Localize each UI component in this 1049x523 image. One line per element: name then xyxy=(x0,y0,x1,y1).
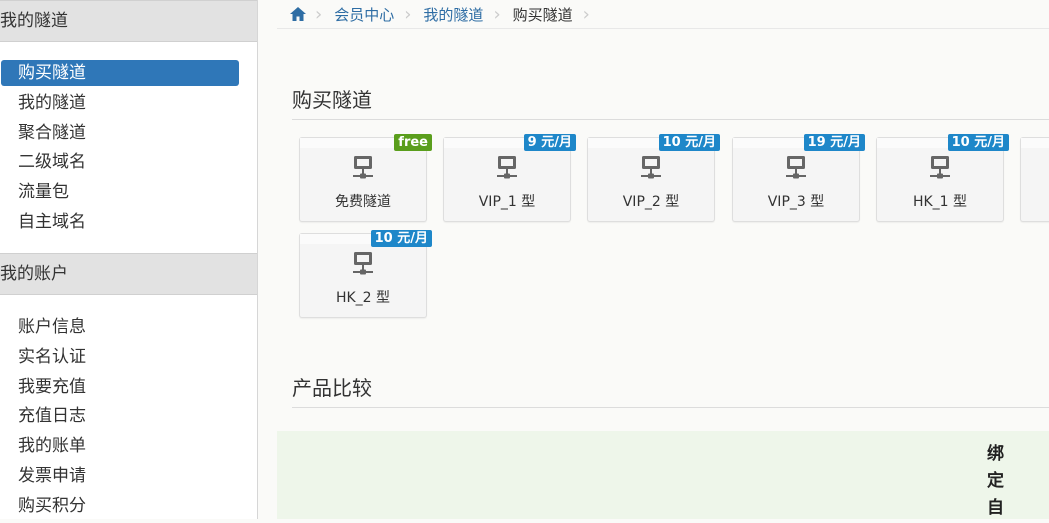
buy-tunnel-title: 购买隧道 xyxy=(292,84,1049,120)
sidebar-item-recharge-log[interactable]: 充值日志 xyxy=(1,403,239,429)
home-icon[interactable] xyxy=(289,6,307,22)
sidebar-item-custom-domain[interactable]: 自主域名 xyxy=(1,209,239,235)
compare-header-char: 自 xyxy=(987,498,1004,518)
sidebar-item-subdomain[interactable]: 二级域名 xyxy=(1,149,239,175)
breadcrumb-my-tunnels[interactable]: 我的隧道 xyxy=(419,4,493,25)
sidebar: 我的隧道 购买隧道 我的隧道 聚合隧道 二级域名 流量包 自主域名 我的账户 账… xyxy=(0,0,258,519)
sidebar-item-traffic-pack[interactable]: 流量包 xyxy=(1,179,239,205)
plan-name: HK_2 型 xyxy=(335,290,391,306)
plan-card-vip1[interactable]: 9 元/月 VIP_1 型 xyxy=(443,134,576,222)
sidebar-item-aggregate-tunnels[interactable]: 聚合隧道 xyxy=(1,120,239,146)
plan-card-hk2[interactable]: 10 元/月 HK_2 型 xyxy=(299,230,432,318)
monitor-network-icon xyxy=(351,154,375,186)
breadcrumb-buy-tunnel: 购买隧道 xyxy=(512,5,573,24)
plan-card-free[interactable]: free 免费隧道 xyxy=(299,134,432,222)
plan-price-badge: free xyxy=(394,134,432,151)
plan-name: HK_1 型 xyxy=(912,194,968,210)
plan-name: VIP_2 型 xyxy=(622,194,680,210)
sidebar-item-my-tunnels[interactable]: 我的隧道 xyxy=(1,90,239,116)
plan-card-vip3[interactable]: 19 元/月 VIP_3 型 xyxy=(732,134,865,222)
breadcrumb-member-center[interactable]: 会员中心 xyxy=(330,4,404,25)
compare-column-header: 绑 定 自 xyxy=(987,441,1007,522)
sidebar-item-invoice[interactable]: 发票申请 xyxy=(1,463,239,489)
plan-price-badge: 9 元/月 xyxy=(523,134,576,151)
plan-price-badge: 10 元/月 xyxy=(370,230,432,247)
plan-card-partial[interactable] xyxy=(1020,137,1049,222)
card-band xyxy=(1021,138,1049,148)
product-compare-table: 绑 定 自 xyxy=(277,431,1049,519)
sidebar-item-my-bill[interactable]: 我的账单 xyxy=(1,433,239,459)
sidebar-account-menu: 账户信息 实名认证 我要充值 充值日志 我的账单 发票申请 购买积分 xyxy=(0,314,257,523)
monitor-network-icon xyxy=(639,154,663,186)
plan-card-vip2[interactable]: 10 元/月 VIP_2 型 xyxy=(587,134,720,222)
sidebar-item-recharge[interactable]: 我要充值 xyxy=(1,374,239,400)
plan-price-badge: 10 元/月 xyxy=(947,134,1009,151)
plan-card-hk1[interactable]: 10 元/月 HK_1 型 xyxy=(876,134,1009,222)
sidebar-item-buy-points[interactable]: 购买积分 xyxy=(1,493,239,519)
monitor-network-icon xyxy=(351,250,375,282)
monitor-network-icon xyxy=(495,154,519,186)
plan-name: VIP_3 型 xyxy=(767,194,825,210)
breadcrumb-separator: › xyxy=(404,3,412,25)
plan-name: VIP_1 型 xyxy=(478,194,536,210)
breadcrumb: › 会员中心 › 我的隧道 › 购买隧道 › xyxy=(277,0,1049,29)
sidebar-section-tunnels: 我的隧道 xyxy=(0,0,257,42)
sidebar-item-account-info[interactable]: 账户信息 xyxy=(1,314,239,340)
product-compare-title: 产品比较 xyxy=(292,372,1049,408)
sidebar-section-account: 我的账户 xyxy=(0,253,257,295)
monitor-network-icon xyxy=(928,154,952,186)
plan-name: 免费隧道 xyxy=(335,194,391,210)
plan-price-badge: 10 元/月 xyxy=(658,134,720,151)
breadcrumb-separator: › xyxy=(493,3,501,25)
breadcrumb-separator: › xyxy=(315,3,323,25)
monitor-network-icon xyxy=(784,154,808,186)
plan-price-badge: 19 元/月 xyxy=(803,134,865,151)
sidebar-item-real-name[interactable]: 实名认证 xyxy=(1,344,239,370)
breadcrumb-separator: › xyxy=(582,3,590,25)
compare-header-char: 绑 xyxy=(987,444,1004,464)
compare-header-char: 定 xyxy=(987,471,1004,491)
sidebar-tunnel-menu: 购买隧道 我的隧道 聚合隧道 二级域名 流量包 自主域名 xyxy=(0,60,257,235)
sidebar-item-buy-tunnel[interactable]: 购买隧道 xyxy=(1,60,239,86)
main-content: › 会员中心 › 我的隧道 › 购买隧道 › 购买隧道 free 免费隧道 9 … xyxy=(277,0,1049,519)
